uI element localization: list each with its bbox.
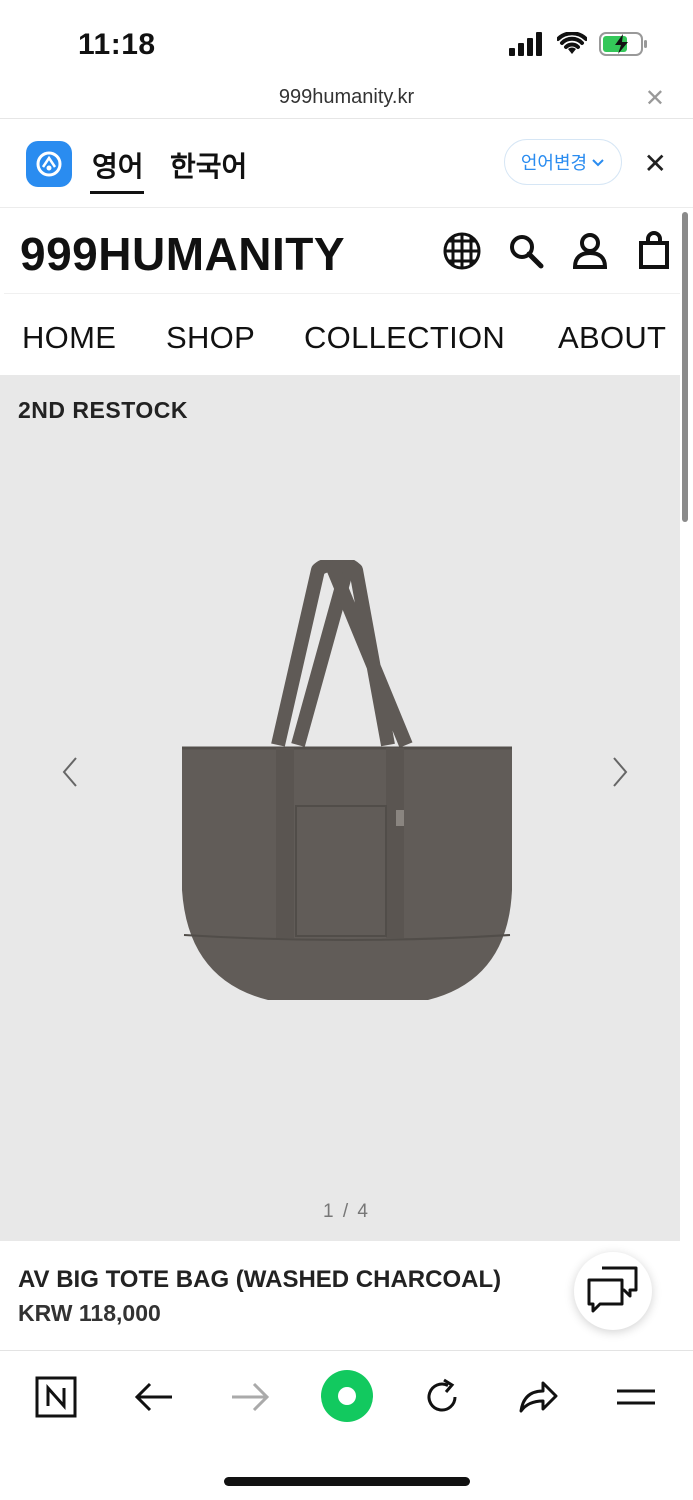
share-icon[interactable] bbox=[514, 1373, 562, 1421]
globe-icon[interactable] bbox=[442, 231, 482, 271]
battery-charging-icon bbox=[599, 31, 649, 62]
product-price: KRW 118,000 bbox=[18, 1300, 161, 1326]
change-language-button[interactable]: 언어변경 bbox=[504, 139, 622, 185]
cart-icon[interactable] bbox=[634, 231, 674, 271]
wifi-icon bbox=[556, 30, 588, 61]
reload-icon[interactable] bbox=[418, 1373, 466, 1421]
close-translate-icon[interactable]: ✕ bbox=[644, 147, 667, 180]
url-text[interactable]: 999humanity.kr bbox=[0, 86, 693, 109]
site-header: 999HUMANITY bbox=[4, 209, 680, 294]
chat-button[interactable] bbox=[574, 1252, 652, 1330]
menu-icon[interactable] bbox=[612, 1373, 660, 1421]
nav-item-home[interactable]: HOME bbox=[22, 320, 116, 356]
prev-image-icon[interactable] bbox=[60, 755, 80, 798]
nav-item-collection[interactable]: COLLECTION bbox=[304, 320, 505, 356]
close-icon[interactable]: ✕ bbox=[645, 84, 665, 113]
chevron-down-icon bbox=[591, 152, 605, 173]
main-nav: HOME SHOP COLLECTION ABOUT bbox=[4, 294, 680, 374]
product-name: AV BIG TOTE BAG (WASHED CHARCOAL) bbox=[18, 1266, 502, 1293]
source-language-tab[interactable]: 영어 bbox=[92, 145, 144, 185]
forward-arrow-icon[interactable] bbox=[226, 1373, 274, 1421]
product-gallery[interactable]: 2ND RESTOCK 1 / 4 bbox=[0, 375, 680, 1241]
next-image-icon[interactable] bbox=[610, 755, 630, 798]
browser-toolbar bbox=[0, 1351, 693, 1500]
url-bar[interactable]: 999humanity.kr ✕ bbox=[0, 78, 693, 119]
active-tab-underline bbox=[90, 191, 144, 194]
change-language-label: 언어변경 bbox=[520, 153, 588, 173]
brand-logo[interactable]: 999HUMANITY bbox=[20, 227, 345, 281]
nav-item-shop[interactable]: SHOP bbox=[166, 320, 255, 356]
account-icon[interactable] bbox=[570, 231, 610, 271]
naver-icon[interactable] bbox=[32, 1373, 80, 1421]
status-icons bbox=[509, 30, 649, 62]
home-indicator bbox=[224, 1477, 470, 1486]
target-language-tab[interactable]: 한국어 bbox=[170, 145, 247, 185]
status-time: 11:18 bbox=[78, 28, 156, 61]
translate-bar: 영어 한국어 언어변경 ✕ bbox=[0, 119, 693, 208]
signal-icon bbox=[509, 31, 545, 61]
papago-logo-icon[interactable] bbox=[26, 141, 72, 187]
page-scrollbar[interactable] bbox=[682, 212, 688, 522]
nav-item-about[interactable]: ABOUT bbox=[558, 320, 666, 356]
product-info: AV BIG TOTE BAG (WASHED CHARCOAL) KRW 11… bbox=[0, 1242, 693, 1351]
green-dot-home-icon[interactable] bbox=[320, 1369, 374, 1423]
restock-badge: 2ND RESTOCK bbox=[18, 397, 188, 423]
image-counter: 1 / 4 bbox=[323, 1201, 370, 1222]
back-arrow-icon[interactable] bbox=[130, 1373, 178, 1421]
chat-bubbles-icon bbox=[586, 1264, 640, 1319]
search-icon[interactable] bbox=[506, 231, 546, 271]
product-image bbox=[178, 557, 516, 1015]
